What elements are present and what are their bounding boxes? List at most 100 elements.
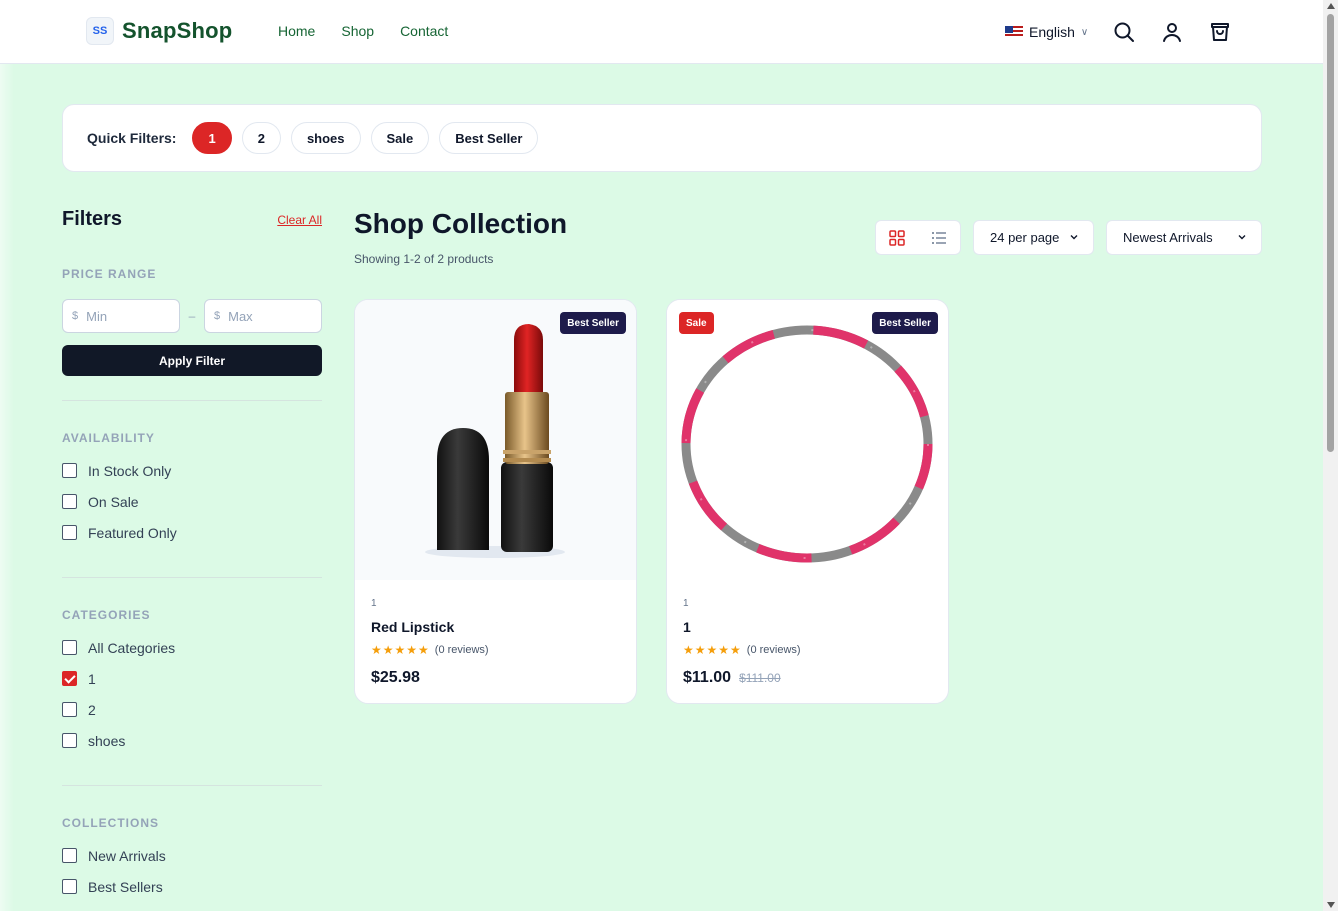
price-range-heading: PRICE RANGE <box>62 267 157 281</box>
sort-select[interactable]: Newest Arrivals <box>1106 220 1262 255</box>
checkbox-all-categories[interactable]: All Categories <box>62 632 322 663</box>
logo-mark-icon: SS <box>86 17 114 45</box>
nav-link-contact[interactable]: Contact <box>400 23 448 39</box>
checkbox-icon[interactable] <box>62 733 77 748</box>
hula-hoop-image <box>681 325 933 563</box>
checkbox-label: All Categories <box>88 639 176 656</box>
currency-symbol: $ <box>72 310 79 322</box>
checkbox-in-stock-only[interactable]: In Stock Only <box>62 455 322 486</box>
star-rating-icon: ★★★★★ <box>683 643 742 657</box>
per-page-select[interactable]: 24 per page <box>973 220 1094 255</box>
site-header: SS SnapShop Home Shop Contact English ∨ <box>0 0 1323 64</box>
currency-symbol: $ <box>214 310 221 322</box>
lipstick-image <box>425 324 565 558</box>
max-price-placeholder: Max <box>228 308 253 324</box>
scroll-up-arrow-icon[interactable] <box>1327 3 1335 9</box>
checkbox-best-sellers[interactable]: Best Sellers <box>62 871 322 902</box>
product-image-hula-hoop[interactable]: Sale Best Seller <box>667 300 948 580</box>
product-card[interactable]: Best Seller 1 Red Lipstick ★★★★★ (0 revi… <box>354 299 637 704</box>
brand-name: SnapShop <box>122 18 233 43</box>
checkbox-category-2[interactable]: 2 <box>62 694 322 725</box>
price-range-inputs: $ Min – $ Max <box>62 299 322 333</box>
review-count: (0 reviews) <box>434 644 489 656</box>
cart-icon[interactable] <box>1208 20 1232 44</box>
checkbox-icon[interactable] <box>62 879 77 894</box>
checkbox-icon[interactable] <box>62 848 77 863</box>
product-category: 1 <box>683 598 689 609</box>
checkbox-label: New Arrivals <box>88 847 166 864</box>
checkbox-label: shoes <box>88 732 126 749</box>
product-image-lipstick[interactable]: Best Seller <box>355 300 636 580</box>
chevron-down-icon <box>1238 235 1246 240</box>
price-line: $25.98 <box>371 669 620 687</box>
checkbox-icon[interactable] <box>62 494 77 509</box>
checkbox-icon[interactable] <box>62 640 77 655</box>
checkbox-icon[interactable] <box>62 525 77 540</box>
review-count: (0 reviews) <box>746 644 801 656</box>
list-view-icon[interactable] <box>931 230 947 246</box>
checkbox-label: 1 <box>88 670 96 687</box>
checkbox-icon[interactable] <box>62 702 77 717</box>
checkbox-on-sale[interactable]: On Sale <box>62 486 322 517</box>
language-label: English <box>1029 24 1075 40</box>
product-name[interactable]: 1 <box>683 619 932 635</box>
section-divider <box>62 577 322 578</box>
sort-value: Newest Arrivals <box>1123 230 1213 245</box>
checkbox-label: Best Sellers <box>88 878 163 895</box>
page-title: Shop Collection <box>354 208 568 239</box>
chevron-down-icon: ∨ <box>1080 26 1089 38</box>
product-card[interactable]: Sale Best Seller 1 1 ★★★★★ (0 reviews) $… <box>666 299 949 704</box>
best-seller-badge: Best Seller <box>872 312 938 334</box>
search-icon[interactable] <box>1112 20 1136 44</box>
quick-filters-bar: Quick Filters: 1 2 shoes Sale Best Selle… <box>62 104 1262 172</box>
best-seller-badge: Best Seller <box>560 312 626 334</box>
price-line: $11.00 $111.00 <box>683 669 932 687</box>
quick-filter-chip-shoes[interactable]: shoes <box>290 122 361 154</box>
nav-link-shop[interactable]: Shop <box>341 23 374 39</box>
star-rating-icon: ★★★★★ <box>371 643 430 657</box>
product-info: 1 1 ★★★★★ (0 reviews) $11.00 $111.00 <box>667 580 948 703</box>
checkbox-category-shoes[interactable]: shoes <box>62 725 322 756</box>
product-rating: ★★★★★ (0 reviews) <box>683 643 932 657</box>
product-category: 1 <box>371 598 377 609</box>
checkbox-new-arrivals[interactable]: New Arrivals <box>62 840 322 871</box>
scroll-down-arrow-icon[interactable] <box>1327 902 1335 908</box>
product-original-price: $111.00 <box>739 671 781 685</box>
max-price-input[interactable]: $ Max <box>204 299 322 333</box>
filters-sidebar: Filters Clear All PRICE RANGE $ Min – $ … <box>62 208 322 902</box>
clear-all-link[interactable]: Clear All <box>277 213 322 227</box>
checkbox-category-1[interactable]: 1 <box>62 663 322 694</box>
apply-filter-button[interactable]: Apply Filter <box>62 345 322 376</box>
categories-heading: CATEGORIES <box>62 608 151 622</box>
quick-filter-chip-1[interactable]: 1 <box>192 122 232 154</box>
min-price-input[interactable]: $ Min <box>62 299 180 333</box>
per-page-value: 24 per page <box>990 230 1060 245</box>
grid-view-icon[interactable] <box>889 230 905 246</box>
quick-filter-chip-sale[interactable]: Sale <box>370 122 430 154</box>
checkbox-featured-only[interactable]: Featured Only <box>62 517 322 548</box>
product-name[interactable]: Red Lipstick <box>371 619 620 635</box>
section-divider <box>62 785 322 786</box>
page-edge-shade <box>0 64 14 911</box>
quick-filter-chip-best-seller[interactable]: Best Seller <box>439 122 539 154</box>
user-icon[interactable] <box>1160 20 1184 44</box>
language-selector[interactable]: English ∨ <box>1005 24 1088 40</box>
sale-badge: Sale <box>679 312 714 334</box>
product-rating: ★★★★★ (0 reviews) <box>371 643 620 657</box>
scrollbar-thumb[interactable] <box>1327 14 1334 452</box>
page-scrollbar[interactable] <box>1323 0 1338 911</box>
checkbox-checked-icon[interactable] <box>62 671 77 686</box>
checkbox-icon[interactable] <box>62 463 77 478</box>
chevron-down-icon <box>1070 235 1078 240</box>
section-divider <box>62 400 322 401</box>
view-toggle <box>875 220 961 255</box>
nav-link-home[interactable]: Home <box>278 23 315 39</box>
min-price-placeholder: Min <box>86 308 108 324</box>
collections-list: New Arrivals Best Sellers <box>62 840 322 902</box>
quick-filters-label: Quick Filters: <box>87 130 177 146</box>
quick-filter-chip-2[interactable]: 2 <box>241 122 281 154</box>
checkbox-label: 2 <box>88 701 96 718</box>
brand-logo[interactable]: SS SnapShop <box>86 17 232 45</box>
product-info: 1 Red Lipstick ★★★★★ (0 reviews) $25.98 <box>355 580 636 703</box>
product-price: $11.00 <box>683 669 732 686</box>
